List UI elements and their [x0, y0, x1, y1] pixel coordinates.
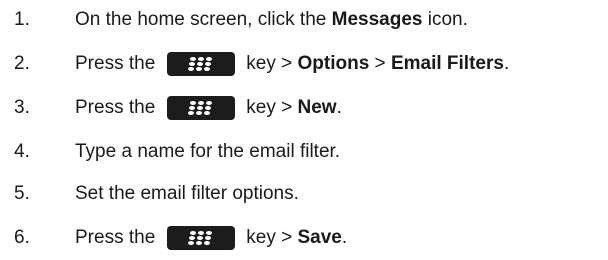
step-text: Press the key >: [75, 96, 342, 120]
step-text-end: .: [336, 97, 342, 118]
blackberry-menu-key-icon: [167, 226, 236, 250]
step-text-before: On the home screen, click the: [75, 9, 332, 30]
new-label: New: [297, 97, 337, 118]
step-text: Type a name for the email filter.: [75, 141, 341, 162]
step-text: Press the key >: [75, 52, 509, 76]
step-text-after-key: key >: [246, 227, 298, 248]
messages-label: Messages: [331, 9, 423, 30]
step-number: 3.: [14, 97, 30, 118]
step-text-after-key: key >: [246, 97, 298, 118]
step-number: 6.: [14, 227, 30, 248]
step-number: 1.: [14, 9, 30, 30]
step-text-end: .: [341, 227, 348, 248]
step-text-before: Press the: [75, 227, 156, 248]
step-text-end: .: [503, 53, 510, 74]
step-number: 2.: [14, 53, 30, 74]
instruction-list: 1. On the home screen, click the Message…: [0, 0, 608, 260]
step-text: Press the key >: [75, 226, 347, 250]
step-text-before: Press the: [75, 97, 156, 118]
step-number: 4.: [14, 141, 30, 162]
options-label: Options: [297, 53, 370, 74]
step-text-after: icon.: [422, 9, 468, 30]
email-filters-label: Email Filters: [390, 53, 504, 74]
step-text-before: Press the: [75, 53, 156, 74]
step-number: 5.: [14, 183, 30, 204]
step-text-mid: >: [369, 53, 391, 74]
blackberry-menu-key-icon: [167, 52, 236, 76]
blackberry-menu-key-icon: [167, 96, 236, 120]
step-text-after-key: key >: [246, 53, 298, 74]
save-label: Save: [297, 227, 342, 248]
step-text: On the home screen, click the Messages i…: [75, 9, 468, 31]
step-text: Set the email filter options.: [75, 183, 299, 204]
